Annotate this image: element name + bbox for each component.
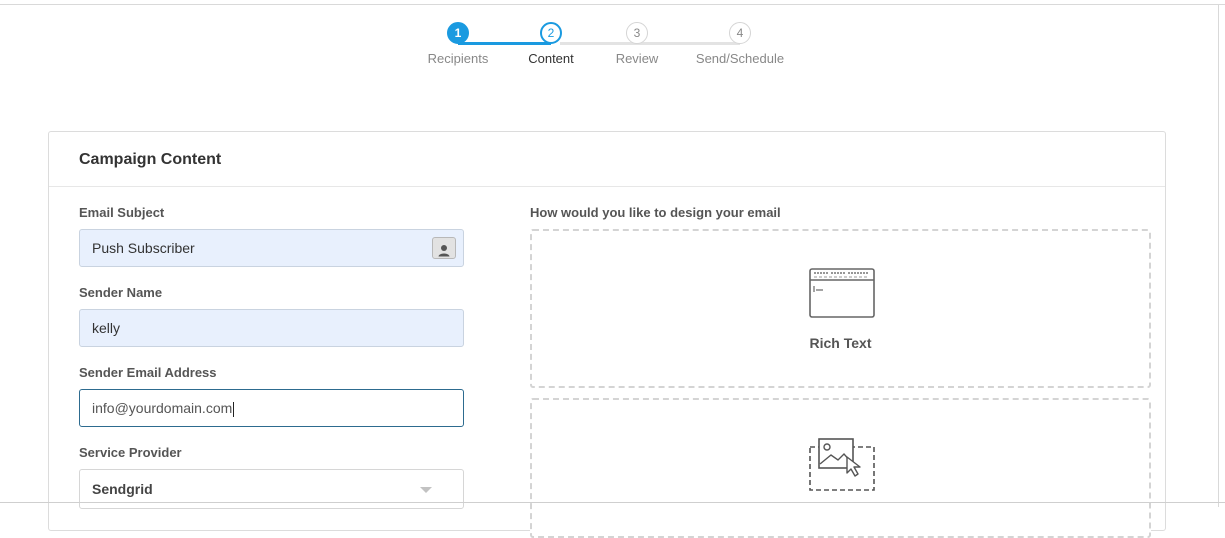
text-caret (233, 401, 235, 417)
image-design-option[interactable] (530, 398, 1151, 538)
email-subject-label: Email Subject (79, 205, 165, 220)
email-subject-input[interactable]: Push Subscriber (79, 229, 464, 267)
service-provider-label: Service Provider (79, 445, 182, 460)
step-send-schedule[interactable]: 4 Send/Schedule (690, 22, 790, 66)
image-select-icon (809, 438, 875, 491)
step-number: 3 (626, 22, 648, 44)
campaign-content-card: Campaign Content Email Subject Push Subs… (48, 131, 1166, 538)
sender-email-value: info@yourdomain.com (92, 400, 233, 416)
sender-email-label: Sender Email Address (79, 365, 217, 380)
step-number: 2 (540, 22, 562, 44)
rich-text-editor-icon (809, 268, 875, 318)
step-review[interactable]: 3 Review (587, 22, 687, 66)
step-label: Recipients (427, 51, 489, 66)
step-label: Content (528, 51, 574, 66)
service-provider-select[interactable]: Sendgrid (79, 469, 464, 509)
step-number: 1 (447, 22, 469, 44)
campaign-stepper: 1 Recipients 2 Content 3 Review 4 Send/S… (0, 0, 1225, 90)
chevron-down-icon (420, 487, 432, 493)
step-number: 4 (729, 22, 751, 44)
bottom-border (0, 502, 1225, 503)
step-recipients[interactable]: 1 Recipients (408, 22, 508, 66)
sender-name-input[interactable]: kelly (79, 309, 464, 347)
step-label: Send/Schedule (695, 51, 785, 66)
rich-text-option[interactable]: Rich Text (530, 229, 1151, 388)
personalize-button[interactable] (432, 237, 456, 259)
step-content[interactable]: 2 Content (501, 22, 601, 66)
design-prompt: How would you like to design your email (530, 205, 781, 220)
user-icon (438, 245, 450, 257)
sender-name-value: kelly (92, 320, 121, 336)
sender-email-input[interactable]: info@yourdomain.com (79, 389, 464, 427)
email-subject-value: Push Subscriber (92, 240, 195, 256)
rich-text-label: Rich Text (809, 335, 872, 351)
sender-name-label: Sender Name (79, 285, 163, 300)
step-label: Review (615, 51, 659, 66)
card-title: Campaign Content (49, 132, 1165, 187)
service-provider-value: Sendgrid (92, 481, 153, 497)
